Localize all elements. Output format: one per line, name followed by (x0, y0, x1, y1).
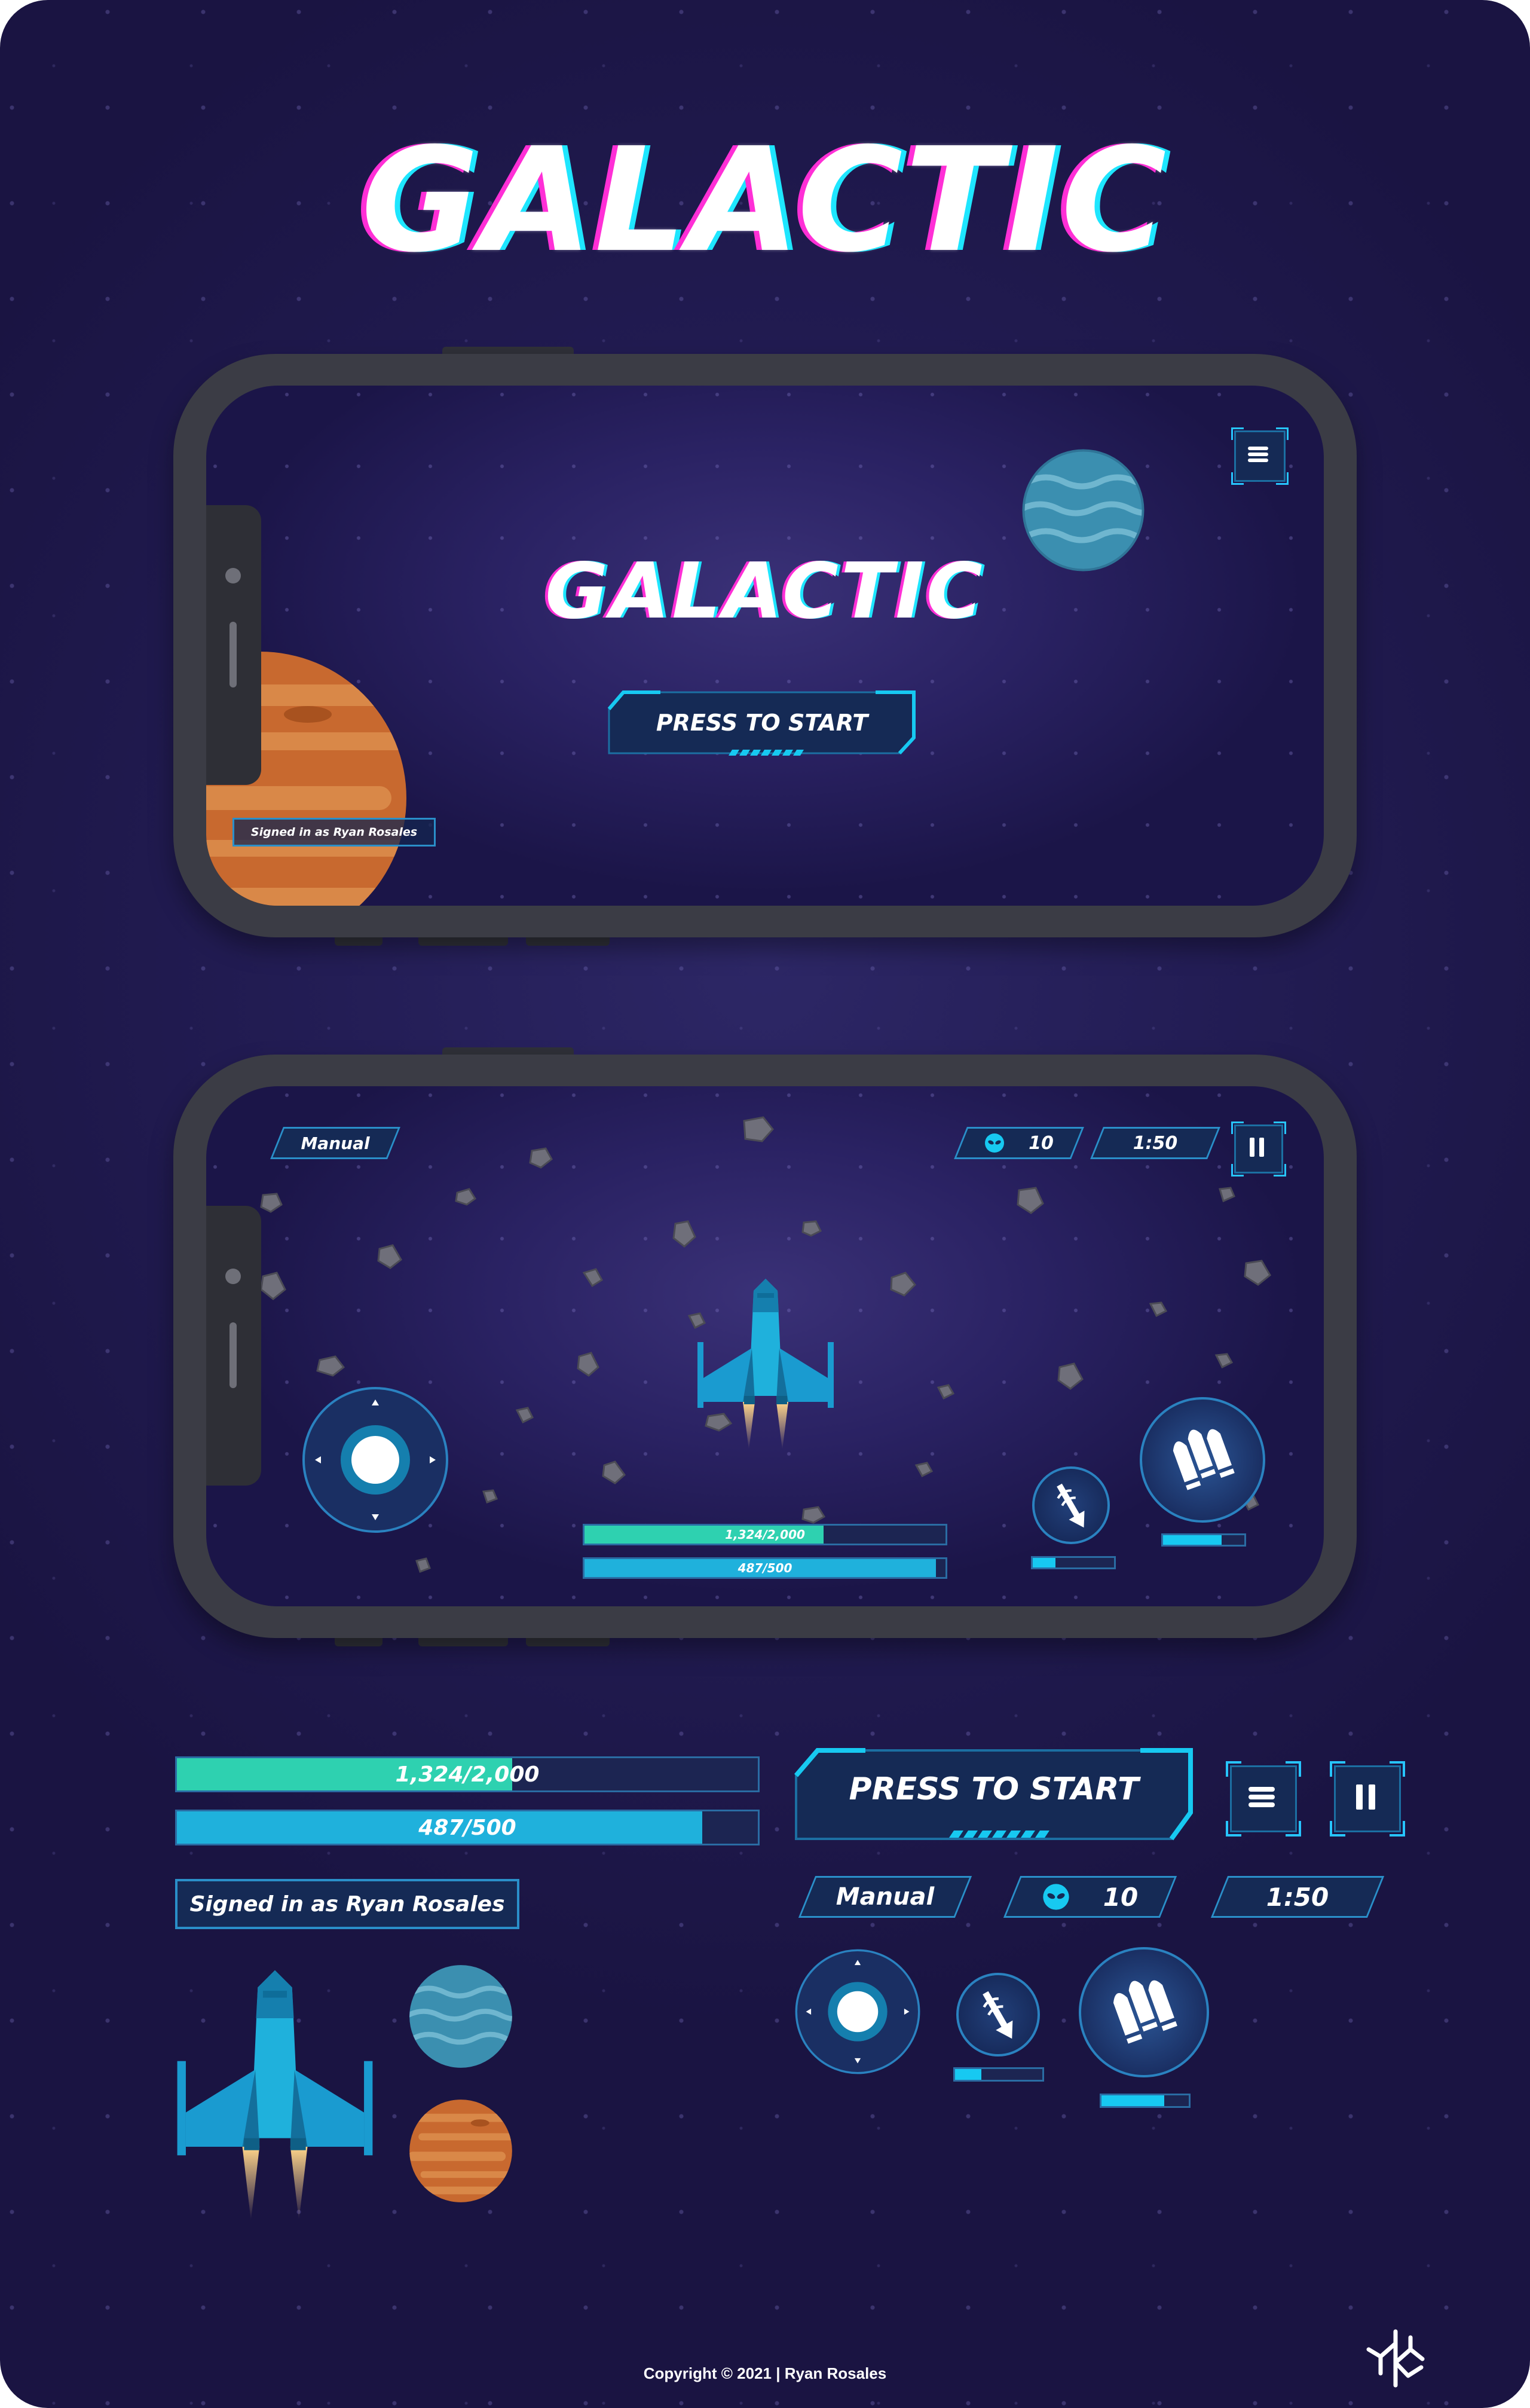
component-missiles-cooldown-bar (1100, 2094, 1191, 2108)
component-laser-ability-button[interactable] (956, 1973, 1040, 2056)
virtual-joystick[interactable] (301, 1385, 450, 1535)
hamburger-menu-icon (1249, 1787, 1275, 1807)
missiles-icon (1173, 1429, 1235, 1490)
shield-bar: 487/500 (583, 1557, 947, 1579)
component-press-to-start-label: PRESS TO START (849, 1771, 1139, 1807)
pause-icon (1250, 1138, 1264, 1157)
start-screen: GALACTIC PRESS TO START Signed in as Rya… (206, 386, 1324, 906)
laser-beam-icon (983, 1991, 1013, 2039)
component-enemy-counter: 10 (1003, 1876, 1177, 1918)
component-spaceship (177, 1970, 373, 2221)
mode-toggle[interactable]: Manual (270, 1127, 400, 1159)
pause-icon (1356, 1784, 1375, 1810)
laser-cooldown-bar (1031, 1556, 1116, 1569)
alien-head-icon (985, 1133, 1005, 1153)
component-mode-toggle[interactable]: Manual (798, 1876, 972, 1918)
laser-ability-button[interactable] (1032, 1466, 1110, 1544)
laser-beam-icon (1057, 1483, 1085, 1528)
timer-label: 1:50 (1133, 1132, 1178, 1154)
hamburger-menu-icon (1248, 447, 1268, 462)
health-bar: 1,324/2,000 (583, 1524, 947, 1545)
speaker-slot (230, 622, 237, 687)
timer-display: 1:50 (1090, 1127, 1220, 1159)
missiles-cooldown-bar (1161, 1533, 1246, 1547)
component-signed-in-label: Signed in as Ryan Rosales (189, 1891, 505, 1917)
page-title: GALACTIC (361, 117, 1169, 284)
enemy-counter: 10 (954, 1127, 1084, 1159)
component-signed-in-badge: Signed in as Ryan Rosales (175, 1879, 519, 1929)
game-screen: Manual 10 1:50 1,324/2,000 487/500 (206, 1086, 1324, 1606)
signed-in-badge: Signed in as Ryan Rosales (232, 818, 436, 847)
component-mode-label: Manual (836, 1883, 935, 1911)
component-menu-button[interactable] (1226, 1761, 1301, 1836)
component-joystick[interactable] (794, 1948, 922, 2076)
enemy-count: 10 (1029, 1132, 1054, 1154)
component-pause-button[interactable] (1330, 1761, 1405, 1836)
shield-text: 487/500 (738, 1561, 792, 1575)
component-enemy-count: 10 (1103, 1882, 1139, 1912)
front-camera (225, 568, 241, 583)
missiles-ability-button[interactable] (1140, 1397, 1265, 1523)
start-logo: GALACTIC (545, 547, 985, 636)
component-press-to-start-button[interactable]: PRESS TO START (794, 1747, 1194, 1845)
author-monogram-logo (1366, 2329, 1425, 2388)
player-spaceship (697, 1279, 834, 1450)
missiles-icon (1113, 1980, 1177, 2044)
component-shield-bar: 487/500 (175, 1810, 760, 1845)
copyright-text: Copyright © 2021 | Ryan Rosales (643, 2364, 887, 2382)
component-timer-display: 1:50 (1210, 1876, 1385, 1918)
component-shield-text: 487/500 (418, 1815, 516, 1840)
press-to-start-label: PRESS TO START (656, 710, 868, 736)
mode-label: Manual (301, 1133, 370, 1153)
speaker-slot (230, 1322, 237, 1388)
front-camera (225, 1269, 241, 1284)
component-missiles-ability-button[interactable] (1079, 1947, 1209, 2077)
signed-in-label: Signed in as Ryan Rosales (250, 826, 418, 839)
alien-head-icon (1043, 1884, 1069, 1910)
pause-button[interactable] (1231, 1122, 1286, 1177)
component-health-bar: 1,324/2,000 (175, 1756, 760, 1792)
component-blue-planet (409, 1965, 512, 2068)
component-health-text: 1,324/2,000 (395, 1762, 540, 1787)
health-text: 1,324/2,000 (725, 1527, 805, 1542)
component-laser-cooldown-bar (953, 2067, 1044, 2082)
press-to-start-button[interactable]: PRESS TO START (607, 687, 917, 762)
menu-button[interactable] (1231, 427, 1289, 485)
page: GALACTIC GALACTIC PRESS TO START Signed … (0, 0, 1530, 2408)
component-timer-label: 1:50 (1266, 1882, 1329, 1912)
component-orange-planet (409, 2100, 512, 2202)
